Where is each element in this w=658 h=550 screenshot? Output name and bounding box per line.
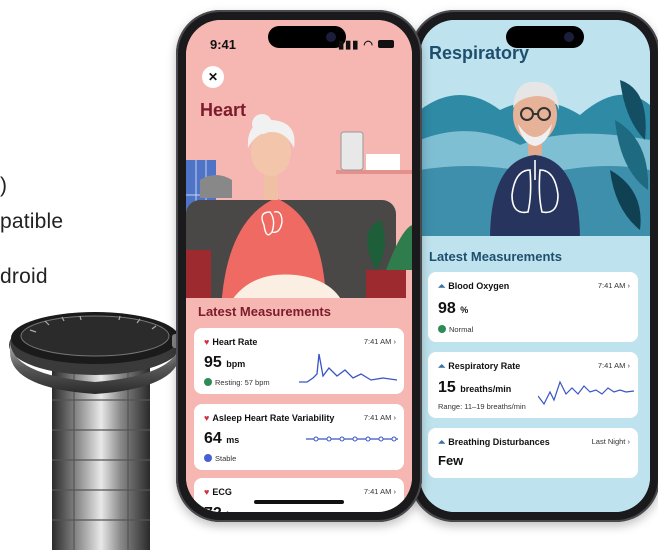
card-value: 15 <box>438 379 456 396</box>
card-time: 7:41 AM <box>597 281 626 290</box>
hrv-sparkline <box>306 436 398 442</box>
chevron-right-icon: › <box>627 361 631 370</box>
battery-icon <box>378 40 394 48</box>
heart-rate-card[interactable]: ♥ Heart Rate 7:41 AM › 95 bpm Resting: 57… <box>194 328 404 394</box>
wifi-icon: ◠ <box>363 39 374 51</box>
card-time: 7:41 AM <box>363 337 392 346</box>
respiratory-rate-sparkline <box>538 380 634 406</box>
card-unit: bpm <box>226 359 246 369</box>
blood-oxygen-card[interactable]: ⏶ Blood Oxygen 7:41 AM › 98 % Normal <box>428 272 638 342</box>
chevron-right-icon: › <box>393 337 397 346</box>
card-value: 98 <box>438 300 456 317</box>
breathing-disturbances-card[interactable]: ⏶ Breathing Disturbances Last Night › Few <box>428 428 638 478</box>
heart-rate-sparkline <box>299 353 397 383</box>
heart-icon: ♥ <box>204 487 210 497</box>
chevron-right-icon: › <box>627 437 631 446</box>
lungs-icon: ⏶ <box>438 437 446 447</box>
section-title: Latest Measurements <box>429 249 562 264</box>
card-label: Respiratory Rate <box>448 361 521 371</box>
card-status: Normal <box>449 325 474 334</box>
card-value: Few <box>438 453 464 468</box>
card-value: 95 <box>204 354 222 371</box>
dynamic-island <box>506 26 584 48</box>
card-label: Breathing Disturbances <box>448 437 550 447</box>
page-title: Heart <box>200 100 247 120</box>
card-value: 64 <box>204 430 222 447</box>
card-time: 7:41 AM <box>597 361 626 370</box>
close-icon: ✕ <box>207 70 219 84</box>
smartwatch-image <box>9 312 184 550</box>
card-time: 7:41 AM <box>363 413 392 422</box>
card-label: ECG <box>212 487 232 497</box>
heart-phone: 9:41 ▮▮▮ ◠ ✕ Heart Latest Measurements ♥… <box>176 10 422 522</box>
card-unit: breaths/min <box>460 384 512 394</box>
heart-icon: ♥ <box>204 337 210 347</box>
card-value: 72 <box>204 505 222 512</box>
feature-text-line-1: ) <box>0 174 8 197</box>
card-time: Last Night <box>591 437 626 446</box>
heart-rate-variability-card[interactable]: ♥ Asleep Heart Rate Variability 7:41 AM ›… <box>194 404 404 470</box>
chevron-right-icon: › <box>393 413 397 422</box>
chevron-right-icon: › <box>627 281 631 290</box>
card-unit: % <box>460 305 469 315</box>
card-range: Range: 11–19 breaths/min <box>438 402 526 411</box>
card-label: Blood Oxygen <box>448 281 510 291</box>
heart-illustration <box>186 20 412 310</box>
card-unit: bpm <box>226 510 245 512</box>
close-button[interactable]: ✕ <box>202 66 224 88</box>
lungs-icon: ⏶ <box>438 361 446 371</box>
ecg-card[interactable]: ♥ECG 7:41 AM › 72 bpm <box>194 478 404 512</box>
section-title: Latest Measurements <box>198 304 331 319</box>
check-icon <box>204 378 212 386</box>
heart-screen: 9:41 ▮▮▮ ◠ ✕ Heart Latest Measurements ♥… <box>186 20 412 512</box>
card-unit: ms <box>226 435 240 445</box>
status-time: 9:41 <box>210 37 237 52</box>
card-label: Heart Rate <box>212 337 258 347</box>
trend-icon <box>204 454 212 462</box>
feature-text-line-3: droid <box>0 265 48 288</box>
heart-icon: ♥ <box>204 413 210 423</box>
check-icon <box>438 325 446 333</box>
status-icons: ▮▮▮ ◠ <box>338 38 394 51</box>
card-time: 7:41 AM <box>363 487 392 496</box>
home-indicator <box>254 500 344 504</box>
respiratory-screen: Respiratory Latest Measurements ⏶ Blood O… <box>420 20 650 512</box>
status-bar: 9:41 ▮▮▮ ◠ <box>186 34 412 54</box>
lungs-icon: ⏶ <box>438 281 446 291</box>
respiratory-rate-card[interactable]: ⏶ Respiratory Rate 7:41 AM › 15 breaths/m… <box>428 352 638 418</box>
card-status: Stable <box>215 454 237 463</box>
feature-text-line-2: patible <box>0 210 64 233</box>
card-status: Resting: 57 bpm <box>215 378 270 387</box>
chevron-right-icon: › <box>393 487 397 496</box>
card-label: Asleep Heart Rate Variability <box>212 413 335 423</box>
respiratory-phone: Respiratory Latest Measurements ⏶ Blood O… <box>410 10 658 522</box>
signal-icon: ▮▮▮ <box>338 39 360 51</box>
